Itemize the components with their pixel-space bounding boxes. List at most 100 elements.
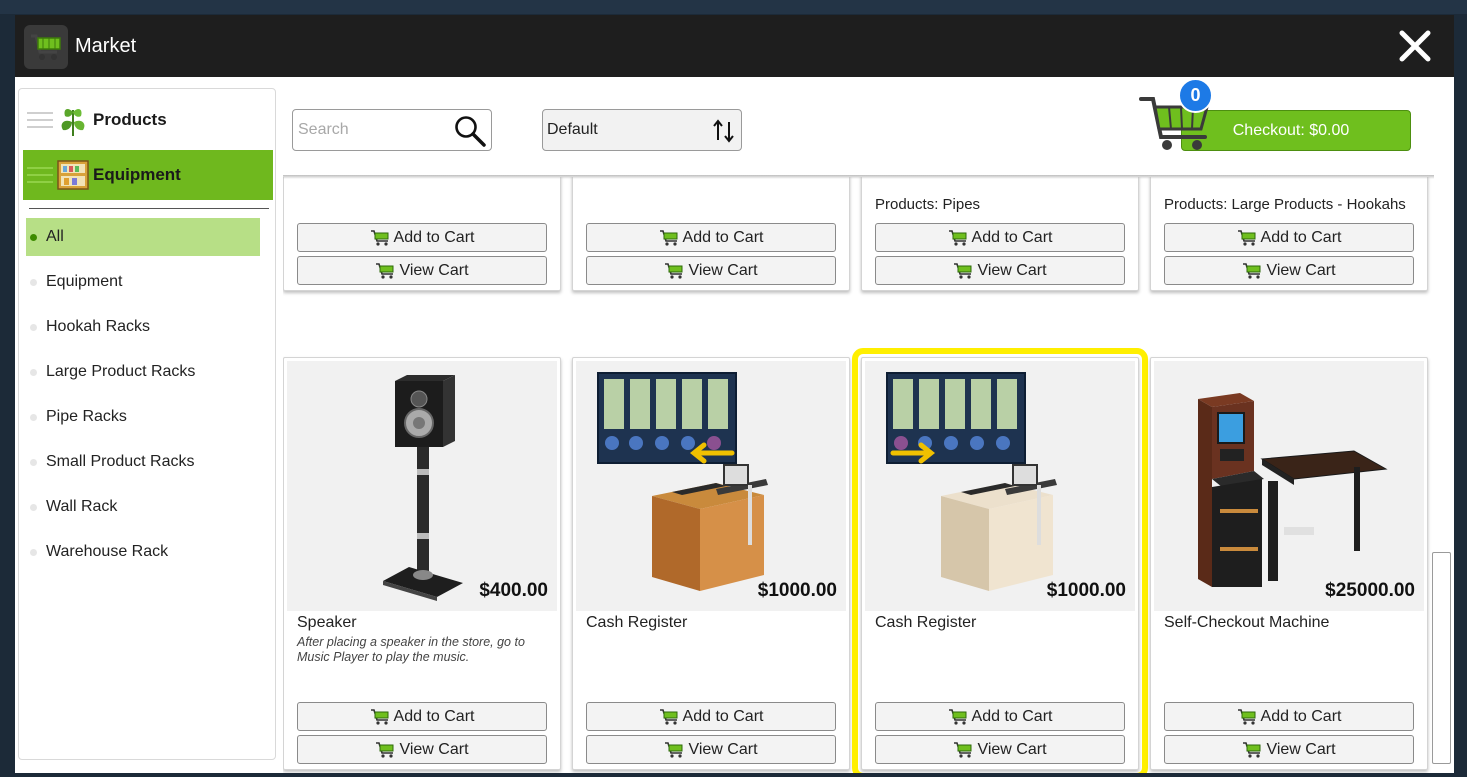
view-cart-button[interactable]: View Cart: [297, 256, 547, 285]
view-cart-label: View Cart: [977, 261, 1047, 279]
product-category-line: Products: Large Products - Hookahs: [1164, 196, 1406, 213]
category-equipment[interactable]: Equipment: [23, 150, 273, 200]
search-input[interactable]: [298, 118, 448, 142]
search-box: [292, 109, 492, 151]
category-label: Products: [93, 110, 167, 129]
toolbar-shadow: [283, 175, 1434, 179]
subcategory-label: Pipe Racks: [46, 408, 127, 425]
checkout-label: Checkout: $0.00: [1232, 121, 1350, 139]
view-cart-button[interactable]: View Cart: [875, 735, 1125, 764]
view-cart-icon: [954, 741, 972, 758]
product-card: Add to Cart View Cart: [283, 177, 561, 291]
add-to-cart-label: Add to Cart: [971, 228, 1053, 246]
product-name: Self-Checkout Machine: [1164, 614, 1330, 631]
product-card: Products: Pipes Add to Cart View Cart: [861, 177, 1139, 291]
add-to-cart-button[interactable]: Add to Cart: [297, 702, 547, 731]
subcategory-warehouse-rack[interactable]: Warehouse Rack: [26, 533, 260, 571]
subcategory-pipe-racks[interactable]: Pipe Racks: [26, 398, 260, 436]
add-cart-icon: [659, 229, 678, 246]
window-title: Market: [75, 35, 137, 57]
add-to-cart-button[interactable]: Add to Cart: [875, 702, 1125, 731]
product-card-cash-register[interactable]: $1000.00 Cash Register Add to Cart View …: [572, 357, 850, 770]
self-checkout-image: [1198, 393, 1388, 587]
subcategory-label: Wall Rack: [46, 498, 118, 515]
product-category-line: Products: Pipes: [875, 196, 981, 213]
view-cart-label: View Cart: [688, 740, 758, 758]
add-to-cart-button[interactable]: Add to Cart: [1164, 702, 1414, 731]
product-image-area: [1154, 361, 1424, 611]
product-price: $1000.00: [1046, 580, 1126, 601]
add-to-cart-label: Add to Cart: [682, 228, 764, 246]
category-label: Equipment: [93, 165, 181, 184]
bullet-dot-icon: [30, 278, 37, 286]
view-cart-button[interactable]: View Cart: [1164, 256, 1414, 285]
product-card-cash-register-highlighted[interactable]: $1000.00 Cash Register Add to Cart View …: [852, 348, 1148, 773]
view-cart-label: View Cart: [977, 740, 1047, 758]
add-to-cart-button[interactable]: Add to Cart: [875, 223, 1125, 252]
sort-value: Default: [547, 121, 598, 138]
product-image-area: [865, 361, 1135, 611]
view-cart-button[interactable]: View Cart: [297, 735, 547, 764]
add-to-cart-label: Add to Cart: [971, 707, 1053, 725]
close-icon: [1399, 30, 1431, 62]
view-cart-button[interactable]: View Cart: [1164, 735, 1414, 764]
product-image-area: [576, 361, 846, 611]
close-button[interactable]: [1396, 27, 1434, 65]
product-card-self-checkout[interactable]: $25000.00 Self-Checkout Machine Add to C…: [1150, 357, 1428, 770]
subcategory-wall-rack[interactable]: Wall Rack: [26, 488, 260, 526]
view-cart-icon: [665, 262, 683, 279]
view-cart-button[interactable]: View Cart: [586, 256, 836, 285]
add-to-cart-button[interactable]: Add to Cart: [586, 223, 836, 252]
add-cart-icon: [1237, 229, 1256, 246]
subcategory-label: Small Product Racks: [46, 453, 195, 470]
subcategory-hookah-racks[interactable]: Hookah Racks: [26, 308, 260, 346]
product-card: Products: Large Products - Hookahs Add t…: [1150, 177, 1428, 291]
subcategory-equipment[interactable]: Equipment: [26, 263, 260, 301]
search-icon[interactable]: [453, 114, 487, 148]
add-to-cart-button[interactable]: Add to Cart: [1164, 223, 1414, 252]
view-cart-label: View Cart: [399, 261, 469, 279]
add-to-cart-label: Add to Cart: [1260, 228, 1342, 246]
product-image-area: [287, 361, 557, 611]
leaf-icon: [61, 109, 85, 136]
product-name: Speaker: [297, 614, 357, 631]
category-products[interactable]: Products: [23, 95, 273, 145]
bullet-dot-icon: [30, 368, 37, 376]
add-to-cart-button[interactable]: Add to Cart: [586, 702, 836, 731]
sort-dropdown[interactable]: Default: [542, 109, 742, 151]
market-window: Market Products Equipment All Equipment …: [15, 15, 1454, 773]
view-cart-button[interactable]: View Cart: [875, 256, 1125, 285]
add-cart-icon: [370, 708, 389, 725]
view-cart-label: View Cart: [399, 740, 469, 758]
view-cart-icon: [376, 741, 394, 758]
hamburger-icon: [27, 112, 53, 128]
product-name: Cash Register: [586, 614, 688, 631]
sort-arrows-icon: [713, 119, 734, 143]
view-cart-icon: [954, 262, 972, 279]
view-cart-icon: [1243, 741, 1261, 758]
product-card-speaker[interactable]: $400.00 Speaker After placing a speaker …: [283, 357, 561, 770]
subcategory-label: Large Product Racks: [46, 363, 196, 380]
product-description: After placing a speaker in the store, go…: [297, 635, 525, 664]
view-cart-button[interactable]: View Cart: [586, 735, 836, 764]
subcategory-small-product-racks[interactable]: Small Product Racks: [26, 443, 260, 481]
bullet-dot-icon: [30, 503, 37, 511]
grid-scrollbar[interactable]: [1432, 552, 1451, 764]
product-card: Add to Cart View Cart: [572, 177, 850, 291]
subcategory-all[interactable]: All: [26, 218, 260, 256]
add-to-cart-label: Add to Cart: [393, 228, 475, 246]
add-to-cart-label: Add to Cart: [1260, 707, 1342, 725]
add-to-cart-button[interactable]: Add to Cart: [297, 223, 547, 252]
view-cart-icon: [376, 262, 394, 279]
desktop-background: [0, 0, 1467, 14]
add-cart-icon: [370, 229, 389, 246]
checkout-button[interactable]: Checkout: $0.00: [1181, 110, 1411, 151]
product-name: Cash Register: [875, 614, 977, 631]
view-cart-icon: [665, 741, 683, 758]
hamburger-icon: [27, 167, 53, 183]
product-price: $400.00: [479, 580, 548, 601]
speaker-image: [383, 375, 463, 601]
subcategory-label: Hookah Racks: [46, 318, 151, 335]
product-grid: Add to Cart View Cart Add to Cart View C…: [283, 177, 1438, 773]
subcategory-large-product-racks[interactable]: Large Product Racks: [26, 353, 260, 391]
